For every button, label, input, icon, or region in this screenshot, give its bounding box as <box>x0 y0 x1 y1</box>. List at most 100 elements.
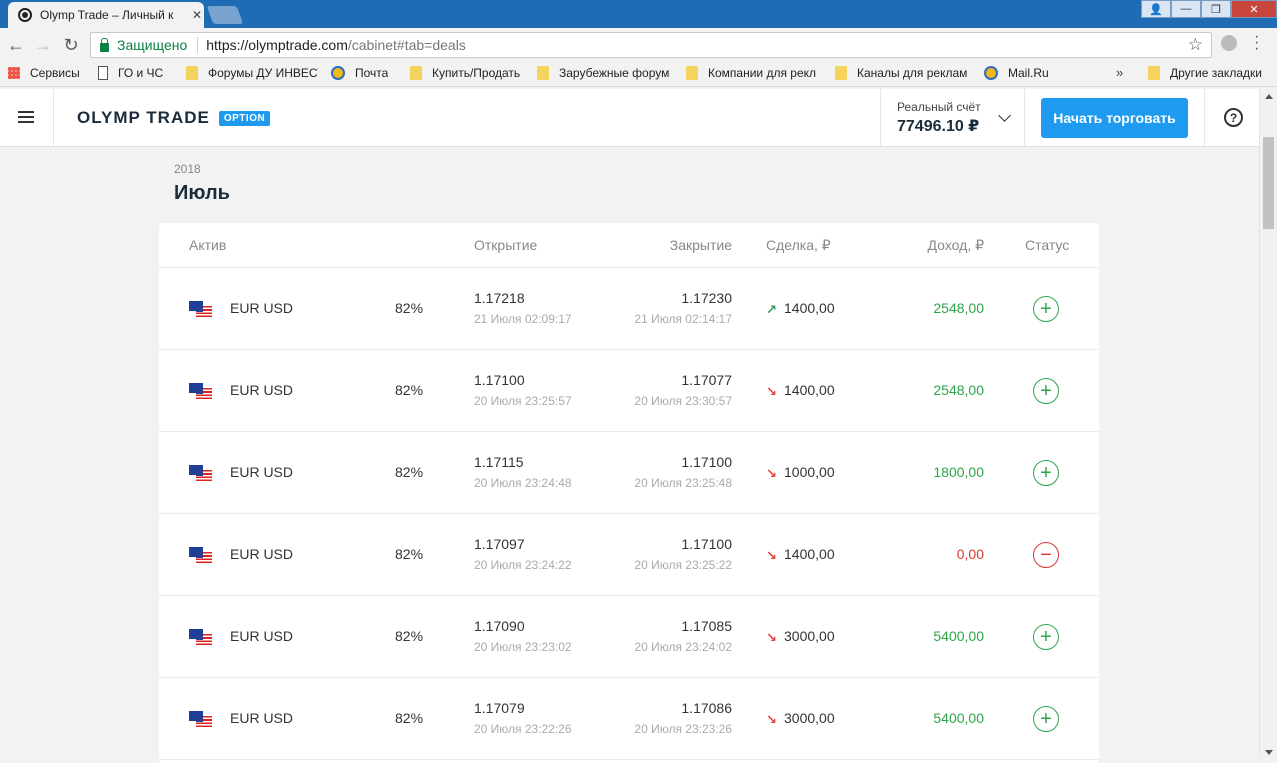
deals-table: Актив Открытие Закрытие Сделка, ₽ Доход,… <box>159 223 1099 763</box>
scroll-down-arrow-icon[interactable] <box>1265 750 1273 755</box>
bookmarks-bar: Сервисы ГО и ЧС Форумы ДУ ИНВЕСТ Почта К… <box>0 62 1277 87</box>
asset-name: EUR USD <box>230 300 294 316</box>
bookmark-label: Форумы ДУ ИНВЕСТ <box>208 66 318 80</box>
bookmark-label: Купить/Продать <box>432 66 521 80</box>
chevron-down-icon[interactable] <box>998 109 1011 122</box>
maximize-button[interactable]: ❐ <box>1201 0 1231 18</box>
tab-close-icon[interactable]: ✕ <box>192 8 202 22</box>
header-divider <box>880 89 881 147</box>
scroll-up-arrow-icon[interactable] <box>1265 94 1273 99</box>
bookmark-pochta[interactable]: Почта <box>331 66 388 80</box>
bookmark-star-icon[interactable]: ☆ <box>1188 35 1203 55</box>
bookmark-foreign-forums[interactable]: Зарубежные форум <box>537 66 669 80</box>
open-time: 20 Июля 23:24:22 <box>474 558 572 572</box>
page-scrollbar[interactable] <box>1259 89 1277 759</box>
deal-amount: 3000,00 <box>784 710 835 726</box>
profile-button[interactable]: 👤 <box>1141 0 1171 18</box>
asset-name: EUR USD <box>230 464 294 480</box>
column-open: Открытие <box>474 237 538 253</box>
status-win-icon[interactable]: + <box>1033 296 1059 322</box>
bookmark-label: Почта <box>355 66 389 80</box>
status-win-icon[interactable]: + <box>1033 706 1059 732</box>
status-win-icon[interactable]: + <box>1033 460 1059 486</box>
account-balance: 77496.10 ₽ <box>897 118 980 135</box>
account-type-label: Реальный счёт <box>897 100 981 114</box>
column-close: Закрытие <box>669 237 732 253</box>
table-row[interactable]: EUR USD 82% 1.17100 20 Июля 23:25:57 1.1… <box>159 350 1099 432</box>
close-window-button[interactable]: ✕ <box>1231 0 1277 18</box>
bookmarks-overflow-icon[interactable]: » <box>1116 65 1123 80</box>
column-asset: Актив <box>189 237 227 253</box>
bookmark-mail-ru[interactable]: Mail.Ru <box>984 66 1049 80</box>
url-bar[interactable]: Защищено https://olymptrade.com/cabinet#… <box>90 32 1212 58</box>
start-trading-button[interactable]: Начать торговать <box>1041 98 1188 138</box>
close-price: 1.17086 <box>681 700 732 716</box>
bookmark-go-chs[interactable]: ГО и ЧС <box>98 66 163 80</box>
bookmark-forums-du-invest[interactable]: Форумы ДУ ИНВЕСТ <box>186 66 318 80</box>
bookmark-ad-channels[interactable]: Каналы для реклам <box>835 66 970 80</box>
new-tab-button[interactable] <box>206 6 244 24</box>
bookmark-label: Mail.Ru <box>1008 66 1049 80</box>
open-price: 1.17100 <box>474 372 525 388</box>
deal-amount: 1400,00 <box>784 300 835 316</box>
reload-icon[interactable]: ↻ <box>60 34 82 56</box>
arrow-down-icon: ↘ <box>766 630 777 645</box>
logo-badge: OPTION <box>218 110 271 126</box>
folder-icon <box>537 66 549 80</box>
status-win-icon[interactable]: + <box>1033 378 1059 404</box>
help-icon[interactable]: ? <box>1224 108 1243 127</box>
url-path: /cabinet#tab=deals <box>347 37 466 53</box>
close-price: 1.17230 <box>681 290 732 306</box>
deal-amount: 1400,00 <box>784 382 835 398</box>
close-time: 20 Июля 23:24:02 <box>634 640 732 654</box>
address-toolbar: ← → ↻ Защищено https://olymptrade.com/ca… <box>0 28 1277 62</box>
arrow-down-icon: ↘ <box>766 712 777 727</box>
bookmark-buy-sell[interactable]: Купить/Продать <box>410 66 520 80</box>
minimize-button[interactable]: — <box>1171 0 1201 18</box>
arrow-up-icon: ↗ <box>766 302 777 317</box>
folder-icon <box>835 66 847 80</box>
back-arrow-icon[interactable]: ← <box>5 34 27 56</box>
mail-icon <box>984 66 998 80</box>
browser-menu-icon[interactable]: · · · <box>1254 29 1259 57</box>
apps-icon <box>8 67 20 79</box>
table-row[interactable]: EUR USD 82% 1.17090 20 Июля 23:23:02 1.1… <box>159 596 1099 678</box>
page-icon <box>98 66 108 80</box>
olymp-trade-logo[interactable]: OLYMP TRADE OPTION <box>77 108 271 128</box>
header-divider <box>1204 89 1205 147</box>
payout-percent: 82% <box>395 464 424 480</box>
scroll-thumb[interactable] <box>1263 137 1274 229</box>
bookmark-label: ГО и ЧС <box>118 66 164 80</box>
url-separator <box>197 37 199 53</box>
status-loss-icon[interactable]: − <box>1033 542 1059 568</box>
income-amount: 2548,00 <box>933 300 984 316</box>
bookmark-services[interactable]: Сервисы <box>8 66 80 80</box>
lock-icon <box>100 37 109 52</box>
open-time: 20 Июля 23:23:02 <box>474 640 572 654</box>
tab-title: Olymp Trade – Личный к <box>40 8 174 22</box>
arrow-down-icon: ↘ <box>766 466 777 481</box>
bookmark-other[interactable]: Другие закладки <box>1148 66 1262 80</box>
deal-amount: 1400,00 <box>784 546 835 562</box>
hamburger-menu-icon[interactable] <box>18 111 34 123</box>
table-row[interactable]: EUR USD 82% 1.17218 21 Июля 02:09:17 1.1… <box>159 268 1099 350</box>
eur-usd-flag-icon <box>189 711 212 727</box>
open-price: 1.17218 <box>474 290 525 306</box>
table-header: Актив Открытие Закрытие Сделка, ₽ Доход,… <box>159 223 1099 268</box>
payout-percent: 82% <box>395 382 424 398</box>
table-row[interactable]: EUR USD 82% 1.17115 20 Июля 23:24:48 1.1… <box>159 432 1099 514</box>
status-win-icon[interactable]: + <box>1033 624 1059 650</box>
bookmark-ad-companies[interactable]: Компании для рекл <box>686 66 818 80</box>
browser-tab-active[interactable]: Olymp Trade – Личный к ✕ <box>8 2 204 28</box>
extension-icon[interactable] <box>1221 35 1237 51</box>
table-row[interactable]: EUR USD 82% 1.17079 20 Июля 23:22:26 1.1… <box>159 678 1099 760</box>
income-amount: 5400,00 <box>933 628 984 644</box>
url-host: https://olymptrade.com <box>206 37 348 53</box>
deal-amount: 3000,00 <box>784 628 835 644</box>
browser-titlebar: Olymp Trade – Личный к ✕ 👤 — ❐ ✕ <box>0 0 1277 28</box>
column-status: Статус <box>1025 237 1070 253</box>
open-price: 1.17090 <box>474 618 525 634</box>
table-row[interactable]: EUR USD 82% 1.17097 20 Июля 23:24:22 1.1… <box>159 514 1099 596</box>
forward-arrow-icon[interactable]: → <box>32 34 54 56</box>
account-selector[interactable]: Реальный счёт 77496.10 ₽ <box>897 100 981 136</box>
